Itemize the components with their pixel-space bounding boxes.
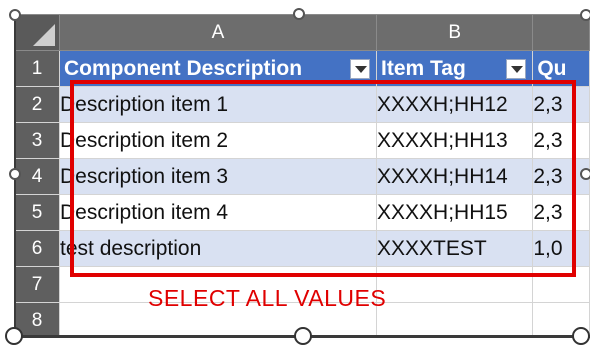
resize-handle-top-left-icon[interactable] xyxy=(9,9,21,21)
row-header-2[interactable]: 2 xyxy=(14,86,61,123)
resize-handle-top-right-icon[interactable] xyxy=(580,9,590,21)
resize-handle-bottom-right-icon[interactable] xyxy=(572,327,590,345)
empty-cell[interactable] xyxy=(532,266,590,303)
table-header-cell[interactable]: Component Description xyxy=(59,50,377,87)
cell-item-tag[interactable]: XXXXH;HH15 xyxy=(375,194,534,231)
cell-description[interactable]: Description item 1 xyxy=(59,86,377,123)
column-header-c[interactable] xyxy=(532,14,590,51)
cell-quantity[interactable]: 2,3 xyxy=(532,86,590,123)
row-header-6[interactable]: 6 xyxy=(14,230,61,267)
resize-handle-middle-right-icon[interactable] xyxy=(580,168,590,180)
resize-handle-middle-left-icon[interactable] xyxy=(9,168,21,180)
column-header-a[interactable]: A xyxy=(59,14,377,51)
row-header-1[interactable]: 1 xyxy=(14,50,61,87)
cell-item-tag[interactable]: XXXXH;HH13 xyxy=(375,122,534,159)
resize-handle-bottom-left-icon[interactable] xyxy=(5,327,23,345)
cell-quantity[interactable]: 2,3 xyxy=(532,122,590,159)
header-label-quantity: Qu xyxy=(537,56,567,80)
header-label-item-tag: Item Tag xyxy=(381,56,466,80)
cell-description[interactable]: test description xyxy=(59,230,377,267)
cell-description[interactable]: Description item 4 xyxy=(59,194,377,231)
resize-handle-top-center-icon[interactable] xyxy=(293,8,305,20)
filter-dropdown-icon[interactable] xyxy=(350,59,370,79)
resize-handle-bottom-center-icon[interactable] xyxy=(294,327,312,345)
cell-item-tag[interactable]: XXXXH;HH12 xyxy=(375,86,534,123)
table-header-cell[interactable]: Item Tag xyxy=(375,50,534,87)
table-header-cell[interactable]: Qu xyxy=(532,50,590,87)
row-header-4[interactable]: 4 xyxy=(14,158,61,195)
row-header-7[interactable]: 7 xyxy=(14,266,61,303)
filter-dropdown-icon[interactable] xyxy=(506,59,527,79)
cell-item-tag[interactable]: XXXXTEST xyxy=(375,230,534,267)
cell-item-tag[interactable]: XXXXH;HH14 xyxy=(375,158,534,195)
empty-cell[interactable] xyxy=(375,266,534,303)
cell-quantity[interactable]: 2,3 xyxy=(532,194,590,231)
cell-description[interactable]: Description item 3 xyxy=(59,158,377,195)
cell-quantity[interactable]: 1,0 xyxy=(532,230,590,267)
row-header-5[interactable]: 5 xyxy=(14,194,61,231)
row-header-3[interactable]: 3 xyxy=(14,122,61,159)
cell-description[interactable]: Description item 2 xyxy=(59,122,377,159)
select-all-corner[interactable] xyxy=(14,14,61,51)
select-all-triangle-icon xyxy=(33,24,56,46)
annotation-select-all-values: SELECT ALL VALUES xyxy=(148,285,387,311)
empty-cell[interactable] xyxy=(375,302,534,336)
header-label-component-description: Component Description xyxy=(64,56,303,80)
column-header-b[interactable]: B xyxy=(375,14,534,51)
